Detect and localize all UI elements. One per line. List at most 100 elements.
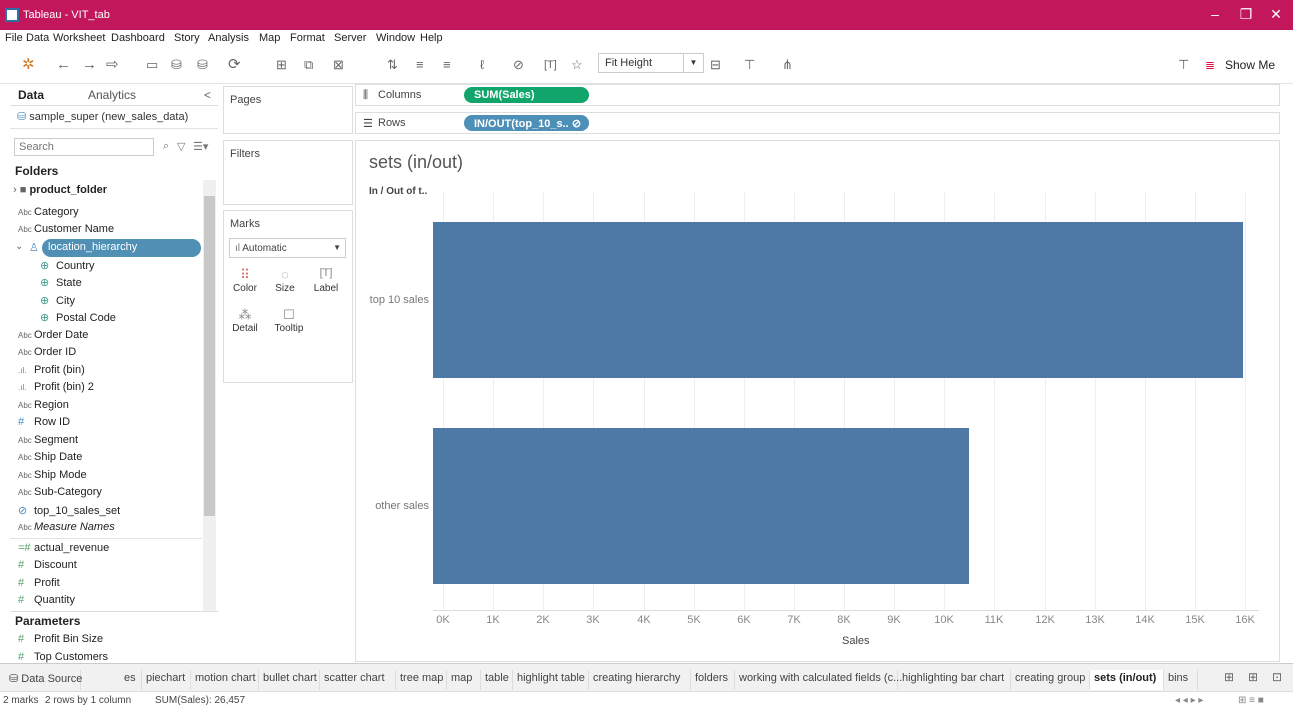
pause-updates-icon[interactable]: ⛁	[197, 56, 208, 74]
sort-descending-icon[interactable]: ≡	[443, 56, 451, 74]
category-label[interactable]: top 10 sales	[349, 294, 429, 306]
field-order-date[interactable]: Abc Order Date	[18, 329, 88, 346]
collapse-pane-button[interactable]: <	[204, 88, 211, 102]
save-icon[interactable]: ▭	[146, 56, 158, 74]
menu-analysis[interactable]: Analysis	[208, 32, 249, 44]
menu-format[interactable]: Format	[290, 32, 325, 44]
menu-data[interactable]: Data	[26, 32, 49, 44]
new-story-icon[interactable]: ⊡	[1272, 670, 1282, 684]
new-dashboard-icon[interactable]: ⊞	[1248, 670, 1258, 684]
close-button[interactable]: ✕	[1261, 6, 1291, 23]
data-pane-scrollbar[interactable]	[203, 180, 216, 612]
chevron-down-icon[interactable]: ⌄	[15, 241, 23, 252]
sheet-tab[interactable]: tree map	[396, 670, 447, 690]
sheet-tab[interactable]: bullet chart	[259, 670, 320, 690]
filters-card[interactable]: Filters	[223, 140, 353, 205]
menu-server[interactable]: Server	[334, 32, 366, 44]
sheet-tab[interactable]: piechart	[142, 670, 191, 690]
menu-help[interactable]: Help	[420, 32, 443, 44]
sheet-tab[interactable]: folders	[691, 670, 735, 690]
sheet-tab[interactable]: highlighting bar chart	[898, 670, 1011, 690]
sheet-tab[interactable]: bins	[1164, 670, 1198, 690]
search-input[interactable]	[14, 138, 154, 156]
field-top-10-sales-set[interactable]: ⊘ top_10_sales_set	[18, 504, 120, 521]
rows-shelf[interactable]: ☰ Rows IN/OUT(top_10_s.. ⊘	[355, 112, 1280, 134]
field-state[interactable]: ⊕ State	[40, 276, 82, 293]
sort-ascending-icon[interactable]: ≡	[416, 56, 424, 74]
field-customer-name[interactable]: Abc Customer Name	[18, 223, 114, 240]
sheet-tab[interactable]: creating group	[1011, 670, 1090, 690]
in-out-set-pill[interactable]: IN/OUT(top_10_s.. ⊘	[464, 115, 589, 131]
product-folder[interactable]: › ■ product_folder	[13, 184, 107, 196]
field-city[interactable]: ⊕ City	[40, 294, 75, 311]
data-source-item[interactable]: ⛁ sample_super (new_sales_data)	[17, 110, 188, 123]
mark-type-select[interactable]: ıl Automatic ▼	[229, 238, 346, 258]
redo-icon[interactable]: →	[82, 56, 97, 74]
field-category[interactable]: Abc Category	[18, 206, 79, 223]
field-order-id[interactable]: Abc Order ID	[18, 346, 76, 363]
fit-select[interactable]: Fit Height ▼	[598, 53, 704, 73]
field-country[interactable]: ⊕ Country	[40, 259, 95, 276]
show-cards-icon[interactable]: ⊟	[710, 56, 721, 74]
field-profit-bin[interactable]: .ıl. Profit (bin)	[18, 364, 85, 381]
sheet-tab[interactable]: map	[447, 670, 481, 690]
sheet-tab[interactable]: motion chart	[191, 670, 259, 690]
minimize-button[interactable]: –	[1200, 6, 1230, 22]
menu-file[interactable]: File	[5, 32, 23, 44]
presentation-mode-icon[interactable]: ⊤	[1178, 56, 1189, 74]
tab-analytics[interactable]: Analytics	[88, 88, 136, 102]
menu-map[interactable]: Map	[259, 32, 280, 44]
menu-worksheet[interactable]: Worksheet	[53, 32, 105, 44]
detail-button[interactable]: ⁂ Detail	[230, 307, 260, 334]
new-data-source-icon[interactable]: ⛁	[171, 56, 182, 74]
sheet-tab[interactable]: es	[120, 670, 142, 690]
swap-icon[interactable]: ⇨	[106, 56, 119, 74]
label-button[interactable]: [T] Label	[311, 267, 341, 294]
row-header[interactable]: In / Out of t..	[369, 186, 427, 197]
sum-sales-pill[interactable]: SUM(Sales)	[464, 87, 589, 103]
sheet-view-toggle-icon[interactable]: ⊞ ≡ ■	[1238, 695, 1264, 706]
clear-sheet-icon[interactable]: ⊠	[333, 56, 344, 74]
field-profit-bin-2[interactable]: .ıl. Profit (bin) 2	[18, 381, 94, 398]
sheet-tab[interactable]: sets (in/out)	[1090, 670, 1164, 690]
show-me-icon[interactable]: ≣	[1205, 56, 1215, 74]
undo-icon[interactable]: ←	[56, 56, 71, 74]
new-worksheet-icon[interactable]: ⊞	[1224, 670, 1234, 684]
presentation-icon[interactable]: ⊤	[744, 56, 755, 74]
x-axis-title[interactable]: Sales	[842, 635, 870, 647]
field-sub-category[interactable]: Abc Sub-Category	[18, 486, 102, 503]
sheet-navigation-icon[interactable]: ◂ ◂ ▸ ▸	[1175, 695, 1203, 706]
sheet-tab[interactable]: scatter chart	[320, 670, 396, 690]
sheet-tab[interactable]: highlight table	[513, 670, 589, 690]
bar-top-10-sales[interactable]	[433, 222, 1243, 378]
field-ship-mode[interactable]: Abc Ship Mode	[18, 469, 87, 486]
data-source-tab[interactable]: ⛁ Data Source	[5, 670, 82, 690]
restore-button[interactable]: ❐	[1231, 6, 1261, 23]
sheet-tab[interactable]: creating hierarchy	[589, 670, 691, 690]
field-discount[interactable]: # Discount	[18, 559, 77, 576]
menu-window[interactable]: Window	[376, 32, 415, 44]
category-label[interactable]: other sales	[349, 500, 429, 512]
field-postal-code[interactable]: ⊕ Postal Code	[40, 311, 116, 328]
sheet-tab[interactable]: table	[481, 670, 513, 690]
refresh-icon[interactable]: ⟳	[228, 56, 241, 74]
duplicate-sheet-icon[interactable]: ⧉	[304, 56, 313, 74]
pin-icon[interactable]: ☆	[571, 56, 583, 74]
tooltip-button[interactable]: ☐ Tooltip	[270, 307, 308, 334]
bar-other-sales[interactable]	[433, 428, 969, 584]
show-me-button[interactable]: Show Me	[1225, 56, 1275, 74]
columns-shelf[interactable]: ⫼ Columns SUM(Sales)	[355, 84, 1280, 106]
share-icon[interactable]: ⋔	[782, 56, 793, 74]
filter-icon[interactable]: ▽	[177, 140, 185, 153]
view-options-icon[interactable]: ☰▾	[193, 140, 208, 153]
highlight-icon[interactable]: ℓ	[480, 56, 484, 74]
field-profit[interactable]: # Profit	[18, 577, 60, 594]
new-worksheet-icon[interactable]: ⊞	[276, 56, 287, 74]
field-measure-names[interactable]: Abc Measure Names	[18, 521, 115, 538]
group-icon[interactable]: ⊘	[513, 56, 524, 74]
field-segment[interactable]: Abc Segment	[18, 434, 78, 451]
label-icon[interactable]: [T]	[544, 56, 557, 74]
parameter-profit-bin-size[interactable]: # Profit Bin Size	[18, 633, 103, 650]
field-region[interactable]: Abc Region	[18, 399, 69, 416]
search-icon[interactable]: ⌕	[163, 140, 169, 153]
